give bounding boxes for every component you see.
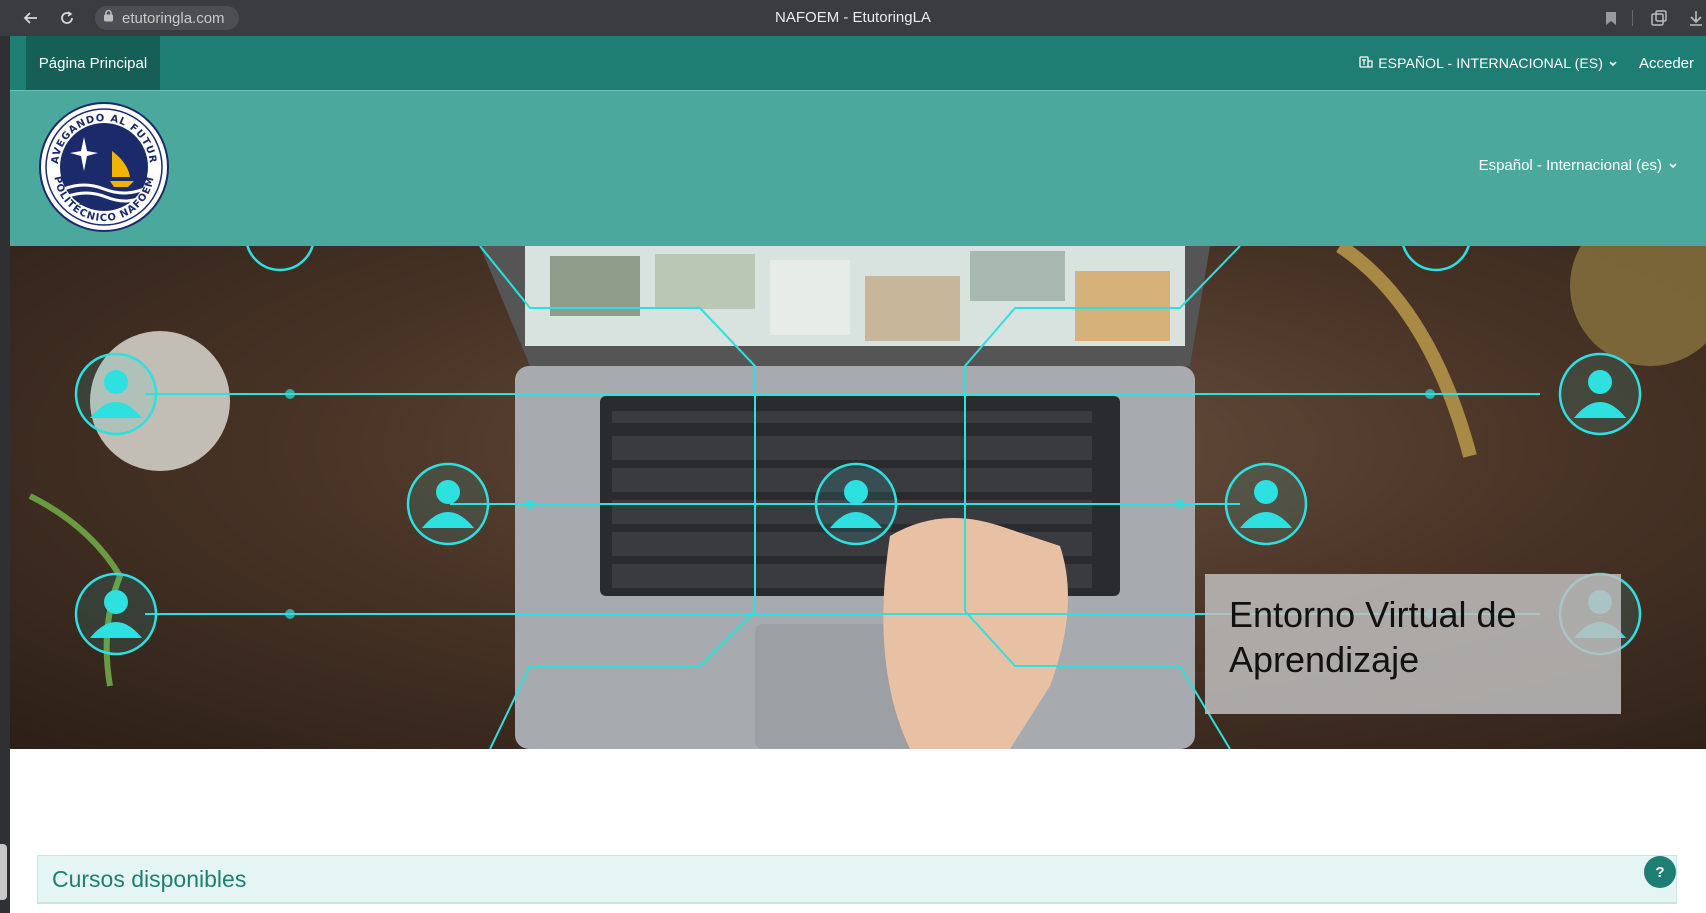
network-node (1224, 462, 1308, 546)
nafoem-logo[interactable]: NAVEGANDO AL FUTURO POLITÉCNICO NAFOEM (33, 93, 170, 233)
extensions-icon[interactable] (1648, 7, 1670, 29)
hero-banner: Entorno Virtual de Aprendizaje (10, 246, 1706, 749)
login-link[interactable]: Acceder (1639, 36, 1694, 90)
language-icon (1359, 55, 1373, 72)
download-icon[interactable] (1686, 7, 1706, 29)
network-node (406, 462, 490, 546)
browser-toolbar: etutoringla.com NAFOEM - EtutoringLA (0, 0, 1706, 36)
site-header: NAVEGANDO AL FUTURO POLITÉCNICO NAFOEM E… (10, 90, 1706, 246)
scroll-knob[interactable] (0, 844, 7, 900)
language-label-top: ESPAÑOL - INTERNACIONAL (ES) (1378, 55, 1603, 71)
language-menu-top[interactable]: ESPAÑOL - INTERNACIONAL (ES) (1359, 36, 1618, 90)
home-tab[interactable]: Página Principal (26, 36, 160, 90)
language-menu-header[interactable]: Español - Internacional (es) (1479, 157, 1678, 174)
help-button[interactable]: ? (1644, 856, 1676, 888)
hero-caption: Entorno Virtual de Aprendizaje (1205, 574, 1621, 714)
available-courses-header: Cursos disponibles (37, 855, 1677, 903)
network-node (74, 352, 158, 436)
network-node (74, 572, 158, 656)
window-edge (0, 36, 10, 913)
bookmark-icon[interactable] (1600, 7, 1622, 29)
language-label-header: Español - Internacional (es) (1478, 157, 1662, 174)
network-node (814, 462, 898, 546)
chevron-down-icon (1608, 55, 1618, 71)
window-title: NAFOEM - EtutoringLA (775, 9, 931, 26)
courses-divider (37, 903, 1677, 904)
hero-caption-line2: Aprendizaje (1229, 639, 1420, 680)
courses-title: Cursos disponibles (52, 866, 247, 892)
chevron-down-icon (1668, 157, 1678, 174)
top-navbar: Página Principal ESPAÑOL - INTERNACIONAL… (10, 36, 1706, 90)
network-node (1558, 352, 1642, 436)
hero-caption-line1: Entorno Virtual de (1229, 594, 1517, 635)
toolbar-divider (1632, 10, 1633, 26)
